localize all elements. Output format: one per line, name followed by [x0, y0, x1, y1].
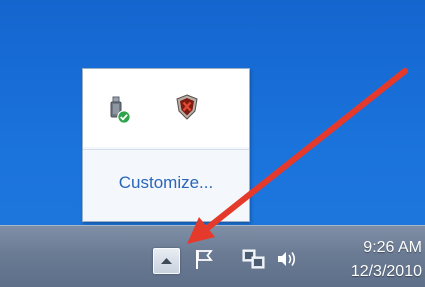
taskbar-clock[interactable]: 9:26 AM 12/3/2010	[326, 236, 422, 284]
hidden-icons-area	[83, 69, 249, 147]
security-shield-icon[interactable]	[174, 94, 200, 120]
volume-icon[interactable]	[276, 249, 298, 274]
popup-divider	[83, 149, 249, 150]
network-icon[interactable]	[242, 248, 266, 275]
action-center-flag-icon[interactable]	[194, 248, 214, 275]
clock-time: 9:26 AM	[363, 239, 422, 256]
notification-overflow-popup: Customize...	[82, 68, 250, 222]
show-hidden-icons-button[interactable]	[153, 248, 180, 274]
customize-link[interactable]: Customize...	[83, 173, 249, 193]
clock-date: 12/3/2010	[350, 263, 422, 280]
usb-safely-remove-icon[interactable]	[108, 96, 132, 124]
